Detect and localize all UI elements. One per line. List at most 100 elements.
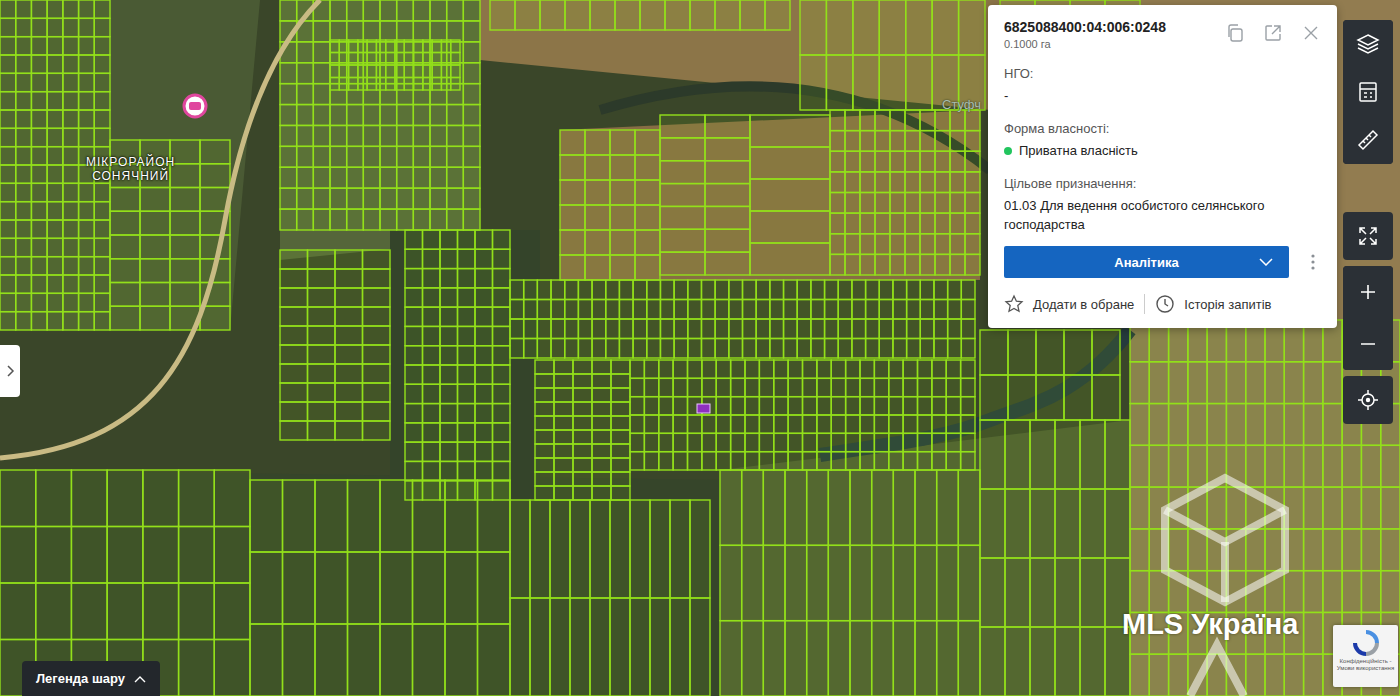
parcel[interactable] bbox=[673, 415, 687, 433]
parcel[interactable] bbox=[610, 255, 635, 280]
parcel[interactable] bbox=[363, 21, 380, 42]
parcel[interactable] bbox=[414, 78, 423, 91]
parcel[interactable] bbox=[1226, 404, 1245, 446]
side-panel-toggle[interactable] bbox=[0, 345, 20, 397]
parcel[interactable] bbox=[31, 238, 47, 256]
parcel[interactable] bbox=[330, 65, 339, 78]
parcel[interactable] bbox=[585, 230, 610, 255]
parcel[interactable] bbox=[335, 402, 363, 421]
parcel[interactable] bbox=[890, 151, 905, 172]
parcel[interactable] bbox=[765, 0, 790, 30]
parcel[interactable] bbox=[440, 442, 458, 461]
parcel[interactable] bbox=[31, 73, 47, 91]
parcel[interactable] bbox=[578, 280, 592, 300]
parcel[interactable] bbox=[313, 84, 330, 105]
parcel[interactable] bbox=[94, 73, 110, 91]
parcel[interactable] bbox=[890, 213, 905, 234]
parcel[interactable] bbox=[79, 73, 95, 91]
parcel[interactable] bbox=[348, 552, 381, 624]
parcel[interactable] bbox=[0, 275, 16, 293]
parcel[interactable] bbox=[143, 527, 179, 584]
parcel[interactable] bbox=[445, 552, 478, 624]
parcel[interactable] bbox=[110, 211, 140, 235]
parcel[interactable] bbox=[31, 0, 47, 18]
parcel[interactable] bbox=[874, 415, 888, 433]
parcel[interactable] bbox=[63, 92, 79, 110]
parcel[interactable] bbox=[478, 552, 511, 624]
parcel[interactable] bbox=[828, 621, 850, 696]
parcel[interactable] bbox=[440, 326, 458, 345]
parcel[interactable] bbox=[107, 470, 143, 527]
parcel[interactable] bbox=[659, 415, 673, 433]
parcel[interactable] bbox=[63, 18, 79, 36]
parcel[interactable] bbox=[363, 167, 380, 188]
parcel[interactable] bbox=[674, 300, 688, 320]
parcel[interactable] bbox=[875, 254, 890, 275]
parcel[interactable] bbox=[560, 155, 585, 180]
parcel[interactable] bbox=[774, 360, 788, 378]
parcel[interactable] bbox=[423, 365, 441, 384]
parcel[interactable] bbox=[440, 269, 458, 288]
parcel[interactable] bbox=[47, 0, 63, 18]
parcel[interactable] bbox=[179, 583, 215, 640]
parcel[interactable] bbox=[1149, 654, 1168, 696]
parcel[interactable] bbox=[347, 188, 364, 209]
parcel[interactable] bbox=[715, 319, 729, 339]
parcel[interactable] bbox=[451, 40, 460, 53]
parcel[interactable] bbox=[759, 397, 773, 415]
parcel[interactable] bbox=[94, 18, 110, 36]
parcel[interactable] bbox=[659, 433, 673, 451]
parcel[interactable] bbox=[447, 167, 464, 188]
parcel[interactable] bbox=[1080, 558, 1105, 627]
parcel[interactable] bbox=[440, 307, 458, 326]
parcel[interactable] bbox=[784, 319, 798, 339]
parcel[interactable] bbox=[404, 65, 413, 78]
parcel[interactable] bbox=[458, 307, 476, 326]
parcel[interactable] bbox=[670, 500, 690, 598]
parcel[interactable] bbox=[47, 238, 63, 256]
parcel[interactable] bbox=[339, 78, 348, 91]
parcel[interactable] bbox=[1284, 362, 1303, 404]
parcel[interactable] bbox=[763, 545, 785, 620]
parcel[interactable] bbox=[1149, 445, 1168, 487]
parcel[interactable] bbox=[551, 280, 565, 300]
parcel[interactable] bbox=[573, 388, 592, 402]
parcel[interactable] bbox=[633, 280, 647, 300]
parcel[interactable] bbox=[690, 598, 710, 696]
parcel[interactable] bbox=[965, 234, 980, 255]
parcel[interactable] bbox=[860, 254, 875, 275]
parcel[interactable] bbox=[946, 452, 960, 470]
parcel[interactable] bbox=[554, 360, 573, 374]
parcel[interactable] bbox=[63, 165, 79, 183]
parcel[interactable] bbox=[79, 55, 95, 73]
parcel[interactable] bbox=[845, 110, 860, 131]
parcel[interactable] bbox=[447, 21, 464, 42]
locate-button[interactable] bbox=[1343, 376, 1393, 424]
parcel[interactable] bbox=[47, 183, 63, 201]
parcel[interactable] bbox=[1036, 375, 1064, 420]
parcel[interactable] bbox=[347, 146, 364, 167]
parcel[interactable] bbox=[63, 202, 79, 220]
parcel[interactable] bbox=[903, 397, 917, 415]
parcel[interactable] bbox=[785, 621, 807, 696]
recaptcha-badge[interactable]: Конфіденційність - Умови використання bbox=[1333, 625, 1398, 687]
parcel[interactable] bbox=[905, 172, 920, 193]
parcel[interactable] bbox=[283, 624, 316, 696]
parcel[interactable] bbox=[330, 0, 347, 21]
parcel[interactable] bbox=[63, 37, 79, 55]
parcel[interactable] bbox=[280, 125, 297, 146]
parcel[interactable] bbox=[280, 326, 308, 345]
parcel[interactable] bbox=[803, 378, 817, 396]
parcel[interactable] bbox=[358, 65, 367, 78]
parcel[interactable] bbox=[463, 188, 480, 209]
parcel[interactable] bbox=[585, 180, 610, 205]
parcel[interactable] bbox=[1188, 404, 1207, 446]
parcel[interactable] bbox=[948, 339, 962, 359]
parcel[interactable] bbox=[961, 360, 975, 378]
parcel[interactable] bbox=[0, 220, 16, 238]
parcel[interactable] bbox=[537, 300, 551, 320]
parcel[interactable] bbox=[94, 220, 110, 238]
parcel[interactable] bbox=[0, 165, 16, 183]
parcel[interactable] bbox=[475, 461, 493, 480]
parcel[interactable] bbox=[0, 37, 16, 55]
